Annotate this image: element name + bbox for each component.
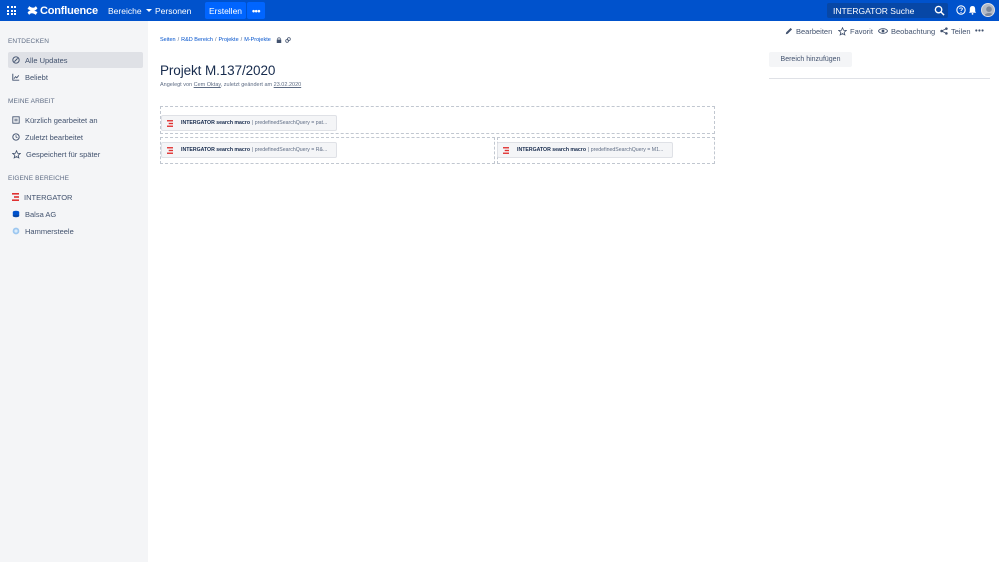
sidebar-item-label: INTERGATOR <box>24 192 73 202</box>
breadcrumb: Seiten / R&D Bereich / Projekte / M-Proj… <box>160 37 291 43</box>
share-label: Teilen <box>951 26 971 36</box>
star-icon <box>12 149 21 159</box>
sidebar-item-label: Balsa AG <box>25 209 57 219</box>
app-switcher-icon[interactable] <box>7 6 17 15</box>
sidebar-item-intergator[interactable]: INTERGATOR <box>8 189 143 205</box>
macro-params: | predefinedSearchQuery = R&... <box>252 147 328 153</box>
search-input[interactable]: INTERGATOR Suche <box>827 3 948 18</box>
nav-spaces-label: Bereiche <box>108 5 142 16</box>
chart-icon <box>12 73 20 81</box>
author-link[interactable]: Cem Oktay <box>194 82 221 88</box>
sidebar-item-all-updates[interactable]: Alle Updates <box>8 52 143 68</box>
edit-button[interactable]: Bearbeiten <box>785 26 832 36</box>
user-avatar[interactable] <box>981 3 995 17</box>
updates-icon <box>12 56 20 64</box>
breadcrumb-separator: / <box>240 37 243 43</box>
breadcrumb-rd-space[interactable]: R&D Bereich <box>181 37 213 43</box>
sidebar-item-label: Gespeichert für später <box>26 149 101 159</box>
restrictions-lock-icon[interactable] <box>276 37 282 43</box>
database-icon <box>12 210 20 218</box>
search-icon[interactable] <box>934 5 945 16</box>
create-more-button[interactable]: ••• <box>247 2 265 19</box>
intergator-icon <box>12 193 19 201</box>
sidebar-item-label: Zuletzt bearbeitet <box>25 132 83 142</box>
sidebar-item-balsa[interactable]: Balsa AG <box>8 206 143 222</box>
globe-icon <box>12 227 20 235</box>
sidebar-item-label: Kürzlich gearbeitet an <box>25 115 98 125</box>
byline-prefix: Angelegt von <box>160 82 193 88</box>
pencil-icon <box>785 27 793 35</box>
breadcrumb-pages[interactable]: Seiten <box>160 37 176 43</box>
nav-spaces-menu[interactable]: Bereiche <box>108 0 152 21</box>
sidebar-item-hammersteele[interactable]: Hammersteele <box>8 223 143 239</box>
share-button[interactable]: Teilen <box>940 26 971 36</box>
byline-middle: , zuletzt geändert am <box>220 82 273 88</box>
macro-name: INTERGATOR search macro <box>181 120 250 126</box>
intergator-icon <box>503 146 509 154</box>
macro-params: | predefinedSearchQuery = M1... <box>588 147 664 153</box>
sidebar-heading-mywork: MEINE ARBEIT <box>8 98 55 105</box>
sidebar-heading-discover: ENTDECKEN <box>8 38 49 45</box>
macro-name: INTERGATOR search macro <box>517 147 586 153</box>
sidebar: ENTDECKEN Alle Updates Beliebt MEINE ARB… <box>0 21 148 562</box>
recent-icon <box>12 116 20 124</box>
edit-label: Bearbeiten <box>796 26 833 36</box>
avatar-icon <box>982 4 994 16</box>
intergator-search-macro[interactable]: INTERGATOR search macro | predefinedSear… <box>497 142 673 158</box>
notification-bell-icon[interactable] <box>968 5 977 15</box>
sidebar-item-label: Hammersteele <box>25 226 74 236</box>
eye-icon <box>878 28 888 34</box>
watch-label: Beobachtung <box>891 26 936 36</box>
breadcrumb-separator: / <box>177 37 180 43</box>
page-byline: Angelegt von Cem Oktay, zuletzt geändert… <box>160 82 301 88</box>
link-icon[interactable] <box>285 37 291 43</box>
breadcrumb-separator: / <box>214 37 217 43</box>
sidebar-heading-spaces: EIGENE BEREICHE <box>8 175 70 182</box>
logo-text: Confluence <box>40 4 98 17</box>
intergator-search-macro[interactable]: INTERGATOR search macro | predefinedSear… <box>161 115 337 131</box>
favorite-button[interactable]: Favorit <box>838 26 873 36</box>
chevron-down-icon <box>145 9 152 12</box>
create-button[interactable]: Erstellen <box>205 2 246 19</box>
nav-people-label: Personen <box>155 5 192 16</box>
page-title: Projekt M.137/2020 <box>160 63 276 78</box>
modified-date-link[interactable]: 23.02.2020 <box>274 82 302 88</box>
sidebar-item-label: Alle Updates <box>25 55 68 65</box>
nav-people-link[interactable]: Personen <box>155 0 191 21</box>
intergator-search-macro[interactable]: INTERGATOR search macro | predefinedSear… <box>161 142 337 158</box>
watch-button[interactable]: Beobachtung <box>878 26 935 36</box>
macro-name: INTERGATOR search macro <box>181 147 250 153</box>
confluence-logo[interactable]: Confluence <box>27 3 98 18</box>
sidebar-item-recently-edited[interactable]: Zuletzt bearbeitet <box>8 129 143 145</box>
macro-params: | predefinedSearchQuery = pat... <box>252 120 328 126</box>
divider <box>769 78 990 79</box>
confluence-logo-icon <box>27 6 38 15</box>
share-icon <box>940 27 948 35</box>
intergator-icon <box>167 146 173 154</box>
breadcrumb-projects[interactable]: Projekte <box>218 37 238 43</box>
intergator-icon <box>167 119 173 127</box>
sidebar-item-recent-work[interactable]: Kürzlich gearbeitet an <box>8 112 143 128</box>
clock-icon <box>12 133 20 141</box>
add-space-button[interactable]: Bereich hinzufügen <box>769 52 852 67</box>
more-actions-button[interactable]: ••• <box>975 25 984 35</box>
sidebar-item-saved-for-later[interactable]: Gespeichert für später <box>8 146 143 162</box>
favorite-label: Favorit <box>850 26 873 36</box>
sidebar-item-label: Beliebt <box>25 72 48 82</box>
star-icon <box>838 26 847 36</box>
sidebar-item-popular[interactable]: Beliebt <box>8 69 143 85</box>
top-navigation-bar: Confluence Bereiche Personen Erstellen •… <box>0 0 999 21</box>
breadcrumb-m-projects[interactable]: M-Projekte <box>244 37 271 43</box>
help-icon[interactable] <box>956 5 966 15</box>
